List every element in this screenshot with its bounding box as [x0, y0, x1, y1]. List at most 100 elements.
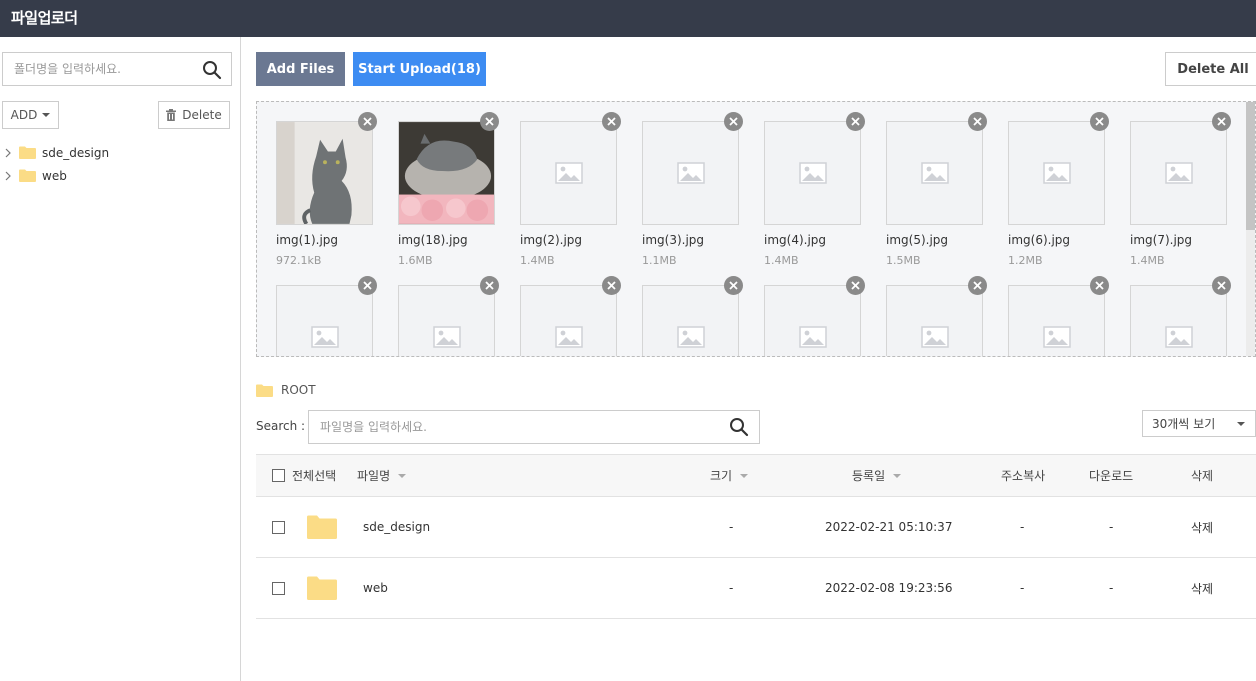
dropzone-scrollbar-thumb[interactable] — [1246, 102, 1255, 230]
remove-file-icon[interactable] — [1090, 112, 1109, 131]
remove-file-icon[interactable] — [724, 276, 743, 295]
upload-thumbnail[interactable] — [516, 276, 631, 356]
folder-tree-item[interactable]: sde_design — [0, 141, 240, 164]
row-download: - — [1109, 520, 1114, 534]
trash-icon — [166, 109, 177, 121]
folder-icon — [307, 576, 337, 600]
delete-folder-button[interactable]: Delete — [158, 101, 230, 129]
upload-thumbnail[interactable] — [1004, 276, 1119, 356]
folder-tree-item[interactable]: web — [0, 164, 240, 187]
sort-icon[interactable] — [740, 473, 749, 478]
per-page-value: 30개씩 보기 — [1152, 417, 1216, 431]
table-row[interactable]: web - 2022-02-08 19:23:56 - - 삭제 — [256, 558, 1256, 619]
upload-thumbnail[interactable]: img(1).jpg 972.1kB — [272, 112, 387, 277]
upload-thumbnail[interactable] — [638, 276, 753, 356]
thumbnail-preview — [276, 121, 373, 225]
thumbnail-preview — [886, 121, 983, 225]
image-placeholder-icon — [1164, 162, 1193, 184]
thumbnail-preview — [398, 285, 495, 356]
file-search-box — [308, 410, 760, 444]
thumbnail-preview — [398, 121, 495, 225]
row-delete-button[interactable]: 삭제 — [1191, 558, 1213, 618]
sort-icon[interactable] — [893, 473, 902, 478]
table-row[interactable]: sde_design - 2022-02-21 05:10:37 - - 삭제 — [256, 497, 1256, 558]
delete-folder-label: Delete — [182, 108, 222, 122]
remove-file-icon[interactable] — [968, 112, 987, 131]
app-title: 파일업로더 — [11, 9, 78, 27]
upload-thumbnail[interactable]: img(4).jpg 1.4MB — [760, 112, 875, 277]
remove-file-icon[interactable] — [358, 112, 377, 131]
select-all-checkbox[interactable] — [272, 469, 285, 482]
thumbnail-preview — [520, 285, 617, 356]
upload-thumbnail[interactable] — [1126, 276, 1241, 356]
column-header-name[interactable]: 파일명 — [357, 455, 407, 496]
folder-icon — [19, 146, 36, 159]
thumbnail-preview — [276, 285, 373, 356]
sort-icon[interactable] — [398, 473, 407, 478]
row-size: - — [729, 520, 734, 534]
search-icon[interactable] — [201, 59, 223, 81]
start-upload-button[interactable]: Start Upload(18) — [353, 52, 486, 86]
remove-file-icon[interactable] — [846, 276, 865, 295]
select-all-label[interactable]: 전체선택 — [292, 455, 336, 496]
row-checkbox[interactable] — [272, 581, 285, 595]
remove-file-icon[interactable] — [1212, 276, 1231, 295]
remove-file-icon[interactable] — [602, 112, 621, 131]
row-name[interactable]: sde_design — [363, 497, 430, 557]
add-files-button[interactable]: Add Files — [256, 52, 345, 86]
upload-thumbnail[interactable]: img(7).jpg 1.4MB — [1126, 112, 1241, 277]
file-search-input[interactable] — [309, 411, 709, 443]
column-header-size[interactable]: 크기 — [710, 455, 749, 496]
cat-photo-2 — [399, 122, 494, 224]
thumbnail-filename: img(5).jpg — [886, 233, 949, 247]
per-page-select[interactable]: 30개씩 보기 — [1142, 410, 1256, 437]
image-placeholder-icon — [676, 162, 705, 184]
remove-file-icon[interactable] — [358, 276, 377, 295]
folder-search-input[interactable] — [3, 53, 193, 85]
folder-icon — [307, 515, 337, 539]
thumbnail-filesize: 1.5MB — [886, 254, 921, 267]
remove-file-icon[interactable] — [1090, 276, 1109, 295]
thumbnail-filename: img(3).jpg — [642, 233, 705, 247]
upload-thumbnail[interactable] — [760, 276, 875, 356]
image-placeholder-icon — [554, 162, 583, 184]
image-placeholder-icon — [798, 162, 827, 184]
upload-thumbnail[interactable] — [272, 276, 387, 356]
breadcrumb[interactable]: ROOT — [256, 383, 316, 397]
add-folder-dropdown[interactable]: ADD — [2, 101, 59, 129]
folder-sidebar: ADD Delete sde_design web — [0, 37, 241, 681]
row-delete-button[interactable]: 삭제 — [1191, 497, 1213, 557]
upload-dropzone[interactable]: img(1).jpg 972.1kB img(18).jpg 1.6MB img(2).… — [256, 101, 1256, 357]
upload-thumbnail[interactable]: img(3).jpg 1.1MB — [638, 112, 753, 277]
upload-thumbnail[interactable]: img(6).jpg 1.2MB — [1004, 112, 1119, 277]
upload-thumbnail[interactable]: img(18).jpg 1.6MB — [394, 112, 509, 277]
image-placeholder-icon — [798, 326, 827, 348]
search-icon[interactable] — [728, 416, 750, 438]
row-date: 2022-02-08 19:23:56 — [825, 581, 953, 595]
caret-down-icon — [1237, 422, 1245, 426]
row-name[interactable]: web — [363, 558, 388, 618]
remove-file-icon[interactable] — [968, 276, 987, 295]
thumbnail-filename: img(1).jpg — [276, 233, 339, 247]
column-header-delete: 삭제 — [1191, 469, 1214, 483]
upload-thumbnail[interactable] — [394, 276, 509, 356]
cat-photo-1 — [277, 122, 372, 224]
remove-file-icon[interactable] — [724, 112, 743, 131]
remove-file-icon[interactable] — [602, 276, 621, 295]
remove-file-icon[interactable] — [846, 112, 865, 131]
image-placeholder-icon — [676, 326, 705, 348]
remove-file-icon[interactable] — [1212, 112, 1231, 131]
upload-thumbnail[interactable]: img(2).jpg 1.4MB — [516, 112, 631, 277]
row-checkbox[interactable] — [272, 520, 285, 534]
upload-thumbnail[interactable]: img(5).jpg 1.5MB — [882, 112, 997, 277]
remove-file-icon[interactable] — [480, 112, 499, 131]
column-header-date[interactable]: 등록일 — [852, 455, 902, 496]
select-all-cell — [272, 455, 285, 496]
chevron-right-icon[interactable] — [4, 170, 12, 182]
remove-file-icon[interactable] — [480, 276, 499, 295]
upload-thumbnail[interactable] — [882, 276, 997, 356]
row-copy-url: - — [1020, 581, 1025, 595]
delete-all-button[interactable]: Delete All — [1165, 52, 1256, 86]
chevron-right-icon[interactable] — [4, 147, 12, 159]
thumbnail-preview — [642, 121, 739, 225]
